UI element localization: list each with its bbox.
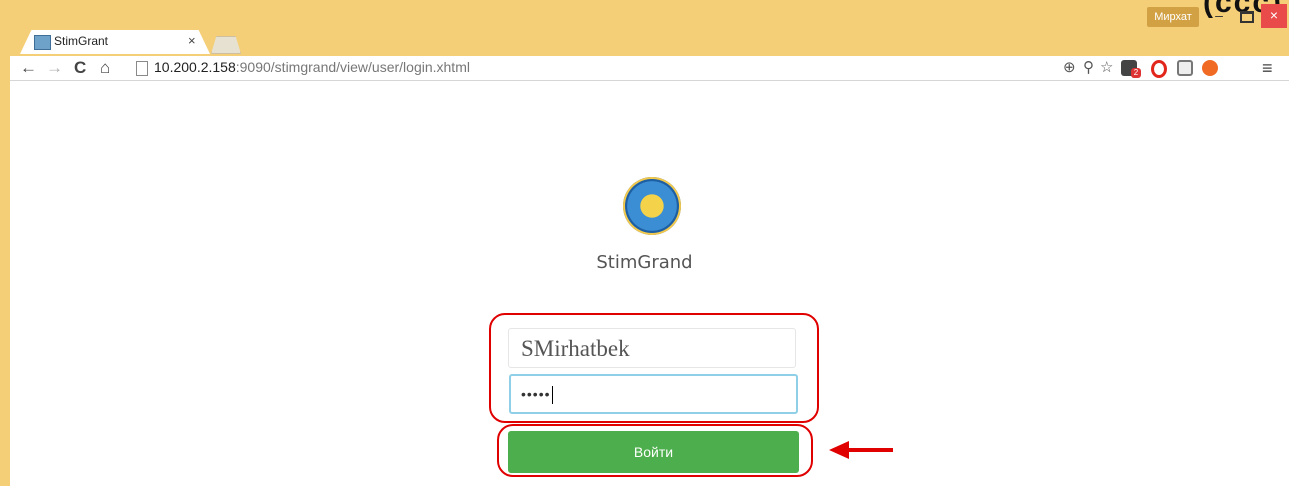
highlight-credentials [489, 313, 819, 423]
reload-button[interactable]: C [74, 57, 86, 79]
profile-chip[interactable]: Мирхат [1147, 7, 1199, 27]
arrow-left-icon [829, 441, 893, 459]
home-button[interactable]: ⌂ [100, 57, 110, 79]
maximize-button[interactable] [1234, 4, 1260, 28]
app-name: StimGrand [596, 252, 693, 273]
maximize-icon [1240, 11, 1254, 23]
tab-title: StimGrant [54, 34, 109, 48]
bookmark-star-icon[interactable]: ☆ [1100, 59, 1113, 77]
key-icon[interactable]: ⚲ [1083, 59, 1094, 77]
back-button[interactable]: ← [20, 57, 37, 79]
forward-button[interactable]: → [46, 57, 63, 79]
highlight-login-button [497, 424, 813, 477]
minimize-button[interactable]: – [1206, 4, 1232, 28]
page-icon [136, 61, 148, 76]
zoom-icon[interactable]: ⊕ [1063, 59, 1076, 77]
close-window-button[interactable]: × [1261, 4, 1287, 28]
tab-close-button[interactable]: × [188, 33, 196, 48]
screenshot-icon[interactable] [1177, 60, 1193, 76]
favicon-icon [34, 35, 51, 50]
emblem-logo [623, 177, 681, 235]
opera-icon[interactable] [1151, 60, 1167, 78]
url-text[interactable]: 10.200.2.158:9090/stimgrand/view/user/lo… [154, 59, 470, 75]
extension-badge: 2 [1131, 68, 1141, 78]
menu-icon[interactable]: ≡ [1262, 59, 1273, 77]
url-host: 10.200.2.158 [154, 59, 236, 75]
compass-icon[interactable] [1202, 60, 1218, 76]
url-path: :9090/stimgrand/view/user/login.xhtml [235, 59, 470, 75]
